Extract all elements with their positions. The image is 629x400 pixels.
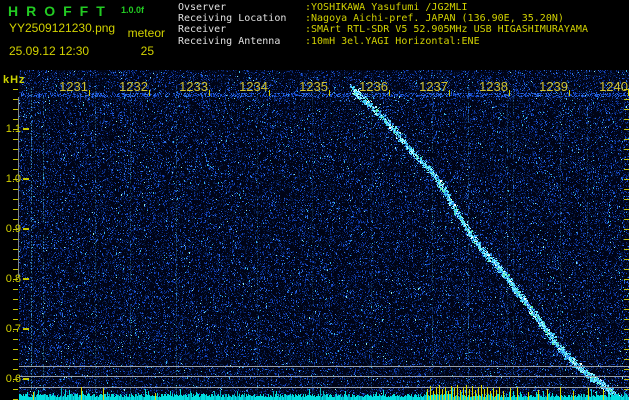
x-tick-label: 1233: [179, 79, 208, 94]
info-label: Ovserver: [178, 2, 227, 13]
output-filename: YY2509121230.png: [9, 21, 116, 35]
info-value: :10mH 3el.YAGI Horizontal:ENE: [305, 35, 480, 47]
info-value: :Nagoya Aichi-pref. JAPAN (136.90E, 35.2…: [305, 13, 564, 25]
info-value: :YOSHIKAWA Yasufumi /JG2MLI: [305, 2, 468, 13]
info-value: :SMArt RTL-SDR V5 52.905MHz USB HIGASHIM…: [305, 24, 588, 36]
spectrogram-canvas: [0, 70, 629, 400]
y-tick-label: 0.6: [5, 373, 21, 385]
x-tick-label: 1239: [539, 79, 568, 94]
app-title: HROFFT: [8, 3, 113, 19]
info-label: Receiver: [178, 24, 227, 36]
y-tick-label: 0.8: [5, 273, 21, 285]
y-tick-label: 0.7: [5, 323, 21, 335]
y-tick-label: 1.0: [5, 173, 21, 185]
x-tick-label: 1235: [299, 79, 328, 94]
x-tick-label: 1231: [59, 79, 88, 94]
y-tick-label: 0.9: [5, 223, 21, 235]
info-row: Receiving Location :Nagoya Aichi-pref. JA…: [178, 13, 588, 24]
info-label: Receiving Location: [178, 13, 287, 25]
x-tick-label: 1234: [239, 79, 268, 94]
hrofft-window: HROFFT 1.0.0f YY2509121230.png meteor 25…: [0, 0, 629, 400]
datetime-label: 25.09.12 12:30: [9, 44, 90, 58]
receiver-info-block: Ovserver:YOSHIKAWA Yasufumi /JG2MLI Recei…: [178, 2, 588, 47]
x-tick-label: 1232: [119, 79, 148, 94]
mode-label: meteor: [127, 26, 165, 40]
info-label: Receiving Antenna: [178, 35, 281, 47]
info-row: Receiver :SMArt RTL-SDR V5 52.905MHz USB …: [178, 24, 588, 35]
meteor-count: 25: [140, 44, 154, 58]
x-tick-label: 1236: [359, 79, 388, 94]
info-row: Receiving Antenna :10mH 3el.YAGI Horizont…: [178, 36, 588, 47]
info-row: Ovserver :YOSHIKAWA Yasufumi /JG2MLI: [178, 2, 588, 13]
x-tick-label: 1238: [479, 79, 508, 94]
y-axis-unit-label: kHz: [3, 74, 26, 86]
y-tick-label: 1.1: [5, 123, 21, 135]
app-version: 1.0.0f: [121, 5, 145, 15]
x-tick-label: 1240: [599, 79, 628, 94]
x-tick-label: 1237: [419, 79, 448, 94]
